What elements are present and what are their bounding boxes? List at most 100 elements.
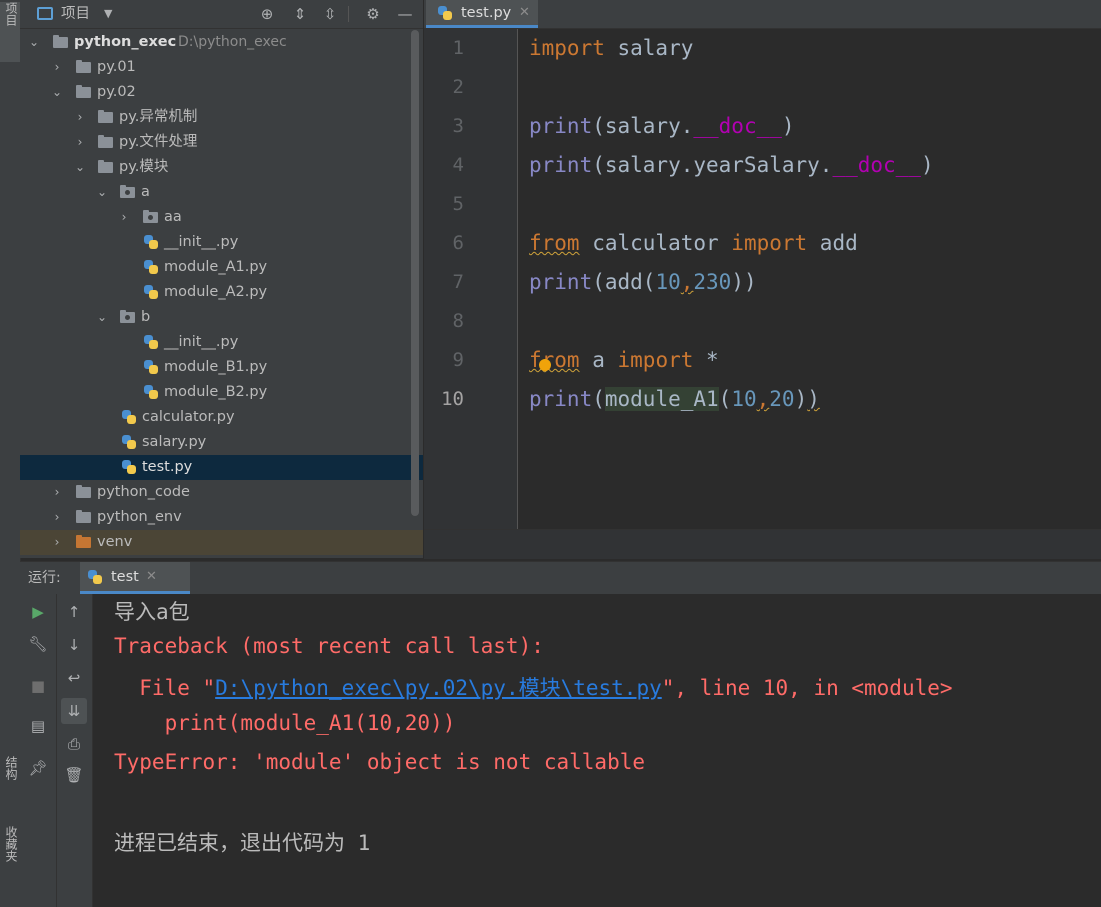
tree-node[interactable]: › py.文件处理 <box>20 130 423 155</box>
tree-node-selected[interactable]: test.py <box>20 455 423 480</box>
tree-node-label: b <box>141 309 151 325</box>
close-icon[interactable]: ✕ <box>519 0 530 26</box>
code-editor[interactable]: 1 2 3 4 5 6 7 8 9 10 import salary print… <box>424 29 1101 529</box>
line-number: 6 <box>452 232 464 254</box>
soft-wrap-icon[interactable]: ↩ <box>64 668 84 688</box>
tree-node-label: python_exec <box>74 34 177 50</box>
tree-node[interactable]: __init__.py <box>20 230 423 255</box>
line-number: 8 <box>452 310 464 332</box>
chevron-down-icon[interactable]: ⌄ <box>27 30 41 55</box>
project-scrollbar[interactable] <box>411 30 419 516</box>
toolbar-divider <box>348 6 349 22</box>
tree-node-label: module_B2.py <box>164 384 268 400</box>
pin-icon[interactable]: 📌︎ <box>28 758 48 778</box>
editor-tab-label: test.py <box>461 5 512 21</box>
line-number: 1 <box>452 37 464 59</box>
tree-node[interactable]: ⌄ b <box>20 305 423 330</box>
run-console[interactable]: 导入a包 Traceback (most recent call last): … <box>93 594 1101 907</box>
code-line-3: print(salary.__doc__) <box>529 114 795 138</box>
expand-all-icon[interactable]: ⇕ <box>290 4 310 24</box>
tree-node[interactable]: › python_env <box>20 505 423 530</box>
python-file-icon <box>144 385 158 399</box>
python-file-icon <box>144 335 158 349</box>
tree-node-label: __init__.py <box>164 234 239 250</box>
editor-tab-test-py[interactable]: test.py ✕ <box>426 0 538 28</box>
locate-file-icon[interactable]: ⊕ <box>257 4 277 24</box>
console-error-line: TypeError: 'module' object is not callab… <box>114 750 646 774</box>
chevron-down-icon[interactable]: ⌄ <box>95 180 109 205</box>
code-line-6: from calculator import add <box>529 231 858 255</box>
chevron-right-icon[interactable]: › <box>73 105 87 130</box>
tree-node-label: python_code <box>97 484 190 500</box>
favorites-tool-tab[interactable]: 收藏夹 <box>0 826 20 892</box>
line-number-gutter: 1 2 3 4 5 6 7 8 9 10 <box>424 29 518 529</box>
gear-icon[interactable]: ⚙ <box>363 4 383 24</box>
folder-icon <box>53 35 68 48</box>
file-path-link[interactable]: D:\python_exec\py.02\py.模块\test.py <box>215 676 662 700</box>
code-line-7: print(add(10,230)) <box>529 270 757 294</box>
view-dropdown-chevron-icon[interactable]: ▼ <box>104 0 112 28</box>
structure-tool-tab[interactable]: 结构 <box>0 756 20 816</box>
tree-node[interactable]: ⌄ py.模块 <box>20 155 423 180</box>
tree-node[interactable]: __init__.py <box>20 330 423 355</box>
wrench-icon[interactable]: 🔧︎ <box>28 634 48 654</box>
project-tool-tab-label: 项目 <box>4 2 18 26</box>
rerun-icon[interactable]: ▶ <box>28 602 48 622</box>
tree-node[interactable]: ⌄ a <box>20 180 423 205</box>
tree-node-path: D:\python_exec <box>178 34 287 50</box>
tree-node[interactable]: module_A1.py <box>20 255 423 280</box>
python-file-icon <box>144 260 158 274</box>
minimize-icon[interactable]: — <box>395 4 415 24</box>
tree-node[interactable]: › venv <box>20 530 423 555</box>
print-icon[interactable]: ⎙ <box>64 734 84 754</box>
close-icon[interactable]: ✕ <box>146 562 157 592</box>
tree-node-label: python_env <box>97 509 182 525</box>
folder-icon <box>98 160 113 173</box>
tree-node[interactable]: › py.异常机制 <box>20 105 423 130</box>
collapse-all-icon[interactable]: ⇳ <box>320 4 340 24</box>
tree-node[interactable]: › py.01 <box>20 55 423 80</box>
stop-icon[interactable]: ■ <box>28 676 48 696</box>
folder-icon <box>98 135 113 148</box>
tree-node[interactable]: module_A2.py <box>20 280 423 305</box>
chevron-right-icon[interactable]: › <box>50 530 64 555</box>
tree-node-label: __init__.py <box>164 334 239 350</box>
tree-node[interactable]: calculator.py <box>20 405 423 430</box>
python-file-icon <box>122 410 136 424</box>
console-traceback-line: Traceback (most recent call last): <box>114 634 544 658</box>
tree-node[interactable]: ⌄ python_exec D:\python_exec <box>20 30 423 55</box>
tree-node[interactable]: module_B2.py <box>20 380 423 405</box>
tree-node-label: calculator.py <box>142 409 235 425</box>
tree-node-label: module_A2.py <box>164 284 268 300</box>
chevron-right-icon[interactable]: › <box>117 205 131 230</box>
chevron-down-icon[interactable]: ⌄ <box>50 80 64 105</box>
tree-node-label: py.02 <box>97 84 136 100</box>
package-folder-icon <box>120 185 135 198</box>
tree-node[interactable]: › python_code <box>20 480 423 505</box>
chevron-down-icon[interactable]: ⌄ <box>95 305 109 330</box>
python-file-icon <box>144 235 158 249</box>
chevron-right-icon[interactable]: › <box>50 480 64 505</box>
tree-node-label: py.模块 <box>119 159 169 175</box>
layout-icon[interactable]: ▤ <box>28 716 48 736</box>
run-tab-test[interactable]: test ✕ <box>80 562 190 594</box>
chevron-right-icon[interactable]: › <box>73 130 87 155</box>
down-arrow-icon[interactable]: ↓ <box>64 635 84 655</box>
tree-node[interactable]: salary.py <box>20 430 423 455</box>
tree-node[interactable]: › aa <box>20 205 423 230</box>
tree-node-label: py.异常机制 <box>119 109 198 125</box>
chevron-right-icon[interactable]: › <box>50 505 64 530</box>
trash-icon[interactable]: 🗑︎ <box>64 765 84 785</box>
excluded-folder-icon <box>76 535 91 548</box>
tree-node-label: test.py <box>142 459 193 475</box>
tree-node[interactable]: ⌄ py.02 <box>20 80 423 105</box>
chevron-down-icon[interactable]: ⌄ <box>73 155 87 180</box>
tree-node[interactable]: module_B1.py <box>20 355 423 380</box>
scroll-to-end-icon[interactable]: ⇊ <box>61 698 87 724</box>
line-number: 2 <box>452 76 464 98</box>
folder-icon <box>76 485 91 498</box>
chevron-right-icon[interactable]: › <box>50 55 64 80</box>
lightbulb-icon[interactable] <box>539 359 551 371</box>
project-tool-tab[interactable]: 项目 <box>0 2 20 62</box>
up-arrow-icon[interactable]: ↑ <box>64 602 84 622</box>
